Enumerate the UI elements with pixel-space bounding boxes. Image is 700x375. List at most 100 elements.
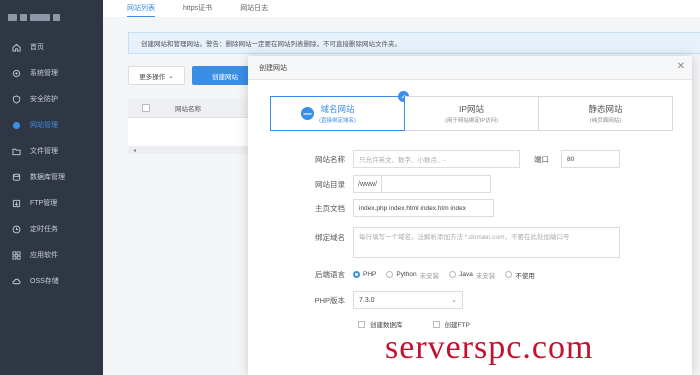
checkbox-icon xyxy=(432,320,440,328)
bind-domain-textarea[interactable]: 每行填写一个域名。泛解析添加方法 *.domain.com，不要在此处加端口号 xyxy=(353,227,620,258)
home-icon xyxy=(12,43,21,52)
cloud-icon xyxy=(12,277,21,286)
globe-icon xyxy=(12,121,21,130)
site-dir-prefix: /www/ xyxy=(353,175,382,193)
php-version-label: PHP版本 xyxy=(314,295,345,305)
php-version-row: PHP版本 7.3.0 ⌄ xyxy=(248,291,463,309)
sidebar-item-3[interactable]: 网站管理 xyxy=(0,112,103,138)
more-actions-button[interactable]: 更多操作 ⌄ xyxy=(128,66,185,85)
dialog-title: 创建网站 xyxy=(259,64,287,72)
sidebar-item-8[interactable]: 应用软件 xyxy=(0,242,103,268)
sidebar-item-label: 文件管理 xyxy=(30,148,58,155)
sidebar-item-6[interactable]: FTP管理 xyxy=(0,190,103,216)
sidebar-item-4[interactable]: 文件管理 xyxy=(0,138,103,164)
sidebar: 首页系统管理安全防护网站管理文件管理数据库管理 FTP管理定时任务应用软件 OSS存… xyxy=(0,0,103,375)
lang-php-radio[interactable]: PHP xyxy=(353,271,376,278)
lang-none-label: 不使用 xyxy=(515,272,535,280)
backend-lang-options: PHP Python 未安装 Java 未安装 不使用 xyxy=(353,270,535,280)
site-dir-row: 网站目录 /www/ xyxy=(248,175,492,193)
checkbox-icon xyxy=(358,320,365,328)
index-doc-input[interactable]: index.php index.html index.htm index xyxy=(353,199,494,217)
type-domain-title: 域名网站 xyxy=(320,104,355,114)
clock-icon xyxy=(12,225,21,234)
extra-options-row: 创建数据库 创建FTP xyxy=(358,319,470,329)
horizontal-scrollbar[interactable]: ◂ xyxy=(128,146,248,154)
type-domain-sub: (直接绑定域名) xyxy=(319,118,356,124)
radio-icon xyxy=(386,271,394,278)
more-actions-label: 更多操作 xyxy=(139,73,166,81)
port-input[interactable]: 80 xyxy=(561,150,620,168)
port-label: 端口 xyxy=(534,154,549,164)
create-ftp-label: 创建FTP xyxy=(444,322,470,329)
sidebar-item-5[interactable]: 数据库管理 xyxy=(0,164,103,190)
create-site-dialog: 创建网站 ✕ www 域名网站 (直接绑定域名) ✓ IP网站 (用于网站绑定I… xyxy=(248,56,692,375)
sidebar-item-1[interactable]: 系统管理 xyxy=(0,60,103,86)
tab-https-cert[interactable]: https证书 xyxy=(183,0,212,17)
column-site-name: 网站名称 xyxy=(175,106,201,113)
scroll-left-icon[interactable]: ◂ xyxy=(133,147,136,154)
type-ip-title: IP网站 xyxy=(458,104,485,114)
table-body xyxy=(128,118,248,146)
radio-icon xyxy=(449,271,457,278)
type-ip-site[interactable]: IP网站 (用于网站绑定IP访问) xyxy=(405,96,539,131)
warning-notice: 创建网站和管理网站。警告：删除网站一定要在网站列表删除，不可直接删除网站文件夹。 xyxy=(128,32,700,54)
shield-icon xyxy=(12,94,21,104)
toolbar: 更多操作 ⌄ 创建网站 xyxy=(128,66,258,85)
type-ip-sub: (用于网站绑定IP访问) xyxy=(445,118,498,124)
sidebar-item-label: 安全防护 xyxy=(30,96,58,103)
site-name-row: 网站名称 只允许英文、数字、小数点、- 端口 80 xyxy=(248,150,620,168)
brand-logo xyxy=(0,0,103,34)
lang-java-radio[interactable]: Java 未安装 xyxy=(449,270,495,280)
ftp-icon xyxy=(12,199,21,208)
index-doc-row: 主页文档 index.php index.html index.htm inde… xyxy=(248,199,494,217)
create-db-label: 创建数据库 xyxy=(370,322,403,329)
lang-none-radio[interactable]: 不使用 xyxy=(505,270,535,280)
database-icon xyxy=(12,173,21,182)
sidebar-item-label: 应用软件 xyxy=(30,252,58,259)
sidebar-item-label: 定时任务 xyxy=(30,226,58,233)
type-static-sub: (纯页面网站) xyxy=(589,118,622,124)
site-type-selector: www 域名网站 (直接绑定域名) ✓ IP网站 (用于网站绑定IP访问) 静态… xyxy=(270,91,673,131)
sidebar-item-9[interactable]: OSS存储 xyxy=(0,268,103,294)
folder-icon xyxy=(12,147,21,156)
create-ftp-checkbox[interactable]: 创建FTP xyxy=(432,319,470,329)
tab-site-log[interactable]: 网站日志 xyxy=(240,0,268,17)
lang-php-label: PHP xyxy=(363,271,377,278)
type-static-title: 静态网站 xyxy=(588,104,623,114)
site-name-input[interactable]: 只允许英文、数字、小数点、- xyxy=(353,150,520,168)
sidebar-item-label: 网站管理 xyxy=(30,122,58,129)
gear-icon xyxy=(12,69,21,78)
site-name-label: 网站名称 xyxy=(315,154,345,164)
radio-icon xyxy=(505,271,513,278)
select-all-checkbox[interactable] xyxy=(142,104,150,112)
lang-python-note: 未安装 xyxy=(419,272,440,280)
www-icon: www xyxy=(301,107,314,120)
sidebar-item-0[interactable]: 首页 xyxy=(0,34,103,60)
sidebar-item-label: OSS存储 xyxy=(30,278,59,285)
sidebar-item-label: 首页 xyxy=(30,44,44,51)
sidebar-item-7[interactable]: 定时任务 xyxy=(0,216,103,242)
php-version-value: 7.3.0 xyxy=(359,296,375,304)
site-dir-input[interactable] xyxy=(381,175,492,193)
close-icon[interactable]: ✕ xyxy=(677,61,685,72)
create-db-checkbox[interactable]: 创建数据库 xyxy=(358,319,403,329)
sidebar-item-label: 系统管理 xyxy=(30,70,58,77)
backend-lang-label: 后端语言 xyxy=(315,270,345,279)
tab-bar: 网站列表 https证书 网站日志 xyxy=(103,0,700,17)
lang-java-label: Java xyxy=(459,271,473,278)
index-doc-label: 主页文档 xyxy=(315,203,345,213)
chevron-down-icon: ⌄ xyxy=(451,297,457,304)
sidebar-item-label: 数据库管理 xyxy=(30,174,65,181)
watermark-text: serverspc.com xyxy=(385,329,594,366)
php-version-select[interactable]: 7.3.0 ⌄ xyxy=(353,291,463,309)
lang-python-radio[interactable]: Python 未安装 xyxy=(386,270,439,280)
backend-lang-row: 后端语言 PHP Python 未安装 Java 未安装 不使用 xyxy=(248,269,535,280)
tab-site-list[interactable]: 网站列表 xyxy=(127,0,155,17)
table-header: 网站名称 xyxy=(128,99,248,118)
bind-domain-label: 绑定域名 xyxy=(315,233,345,242)
sidebar-item-2[interactable]: 安全防护 xyxy=(0,86,103,112)
apps-icon xyxy=(12,250,21,260)
type-static-site[interactable]: 静态网站 (纯页面网站) xyxy=(539,96,673,131)
type-domain-site[interactable]: www 域名网站 (直接绑定域名) ✓ xyxy=(270,91,409,131)
chevron-down-icon: ⌄ xyxy=(168,72,174,80)
